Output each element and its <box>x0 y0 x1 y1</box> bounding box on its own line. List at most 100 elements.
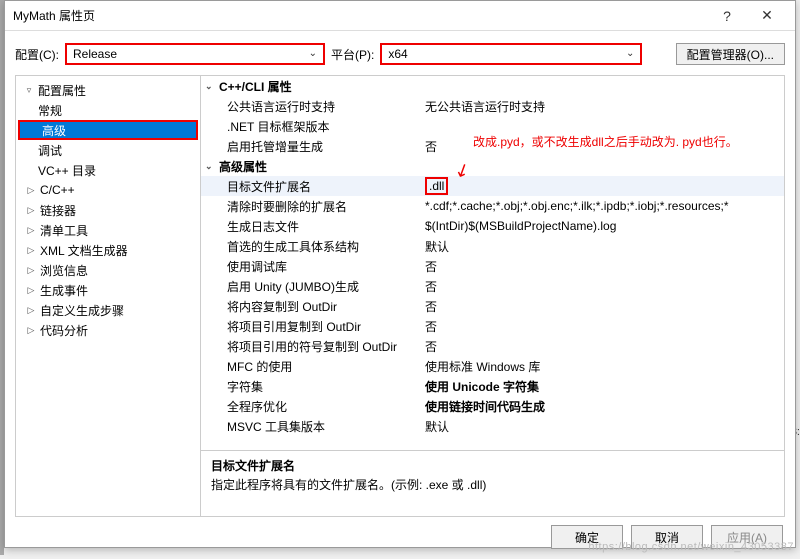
property-pages-dialog: MyMath 属性页 ? ✕ 配置(C): Release ⌄ 平台(P): x… <box>4 0 796 548</box>
tree-item-label: 配置属性 <box>38 82 86 99</box>
tree-item-label: C/C++ <box>40 183 75 197</box>
tree-item-label: 生成事件 <box>40 282 88 299</box>
group-label: 高级属性 <box>219 158 267 175</box>
property-value[interactable]: 使用 Unicode 字符集 <box>425 378 784 395</box>
property-row[interactable]: .NET 目标框架版本 <box>201 116 784 136</box>
property-row[interactable]: 生成日志文件$(IntDir)$(MSBuildProjectName).log <box>201 216 784 236</box>
close-button[interactable]: ✕ <box>747 1 787 31</box>
property-name: 生成日志文件 <box>201 218 425 235</box>
property-name: 字符集 <box>201 378 425 395</box>
tree-item[interactable]: ▷C/C++ <box>16 180 200 200</box>
property-name: 将项目引用的符号复制到 OutDir <box>201 338 425 355</box>
tree-item-label: 常规 <box>38 102 62 119</box>
help-button[interactable]: ? <box>707 1 747 31</box>
tree-item-label: VC++ 目录 <box>38 162 96 179</box>
property-row[interactable]: 全程序优化使用链接时间代码生成 <box>201 396 784 416</box>
property-row[interactable]: MFC 的使用使用标准 Windows 库 <box>201 356 784 376</box>
tree-arrow-icon: ▷ <box>22 185 40 196</box>
property-name: 使用调试库 <box>201 258 425 275</box>
property-value[interactable]: 否 <box>425 298 784 315</box>
property-name: 启用托管增量生成 <box>201 138 425 155</box>
property-row[interactable]: 启用 Unity (JUMBO)生成否 <box>201 276 784 296</box>
platform-value: x64 <box>388 47 407 61</box>
property-row[interactable]: 公共语言运行时支持无公共语言运行时支持 <box>201 96 784 116</box>
dialog-title: MyMath 属性页 <box>13 7 707 24</box>
property-value[interactable]: .dll <box>425 177 784 195</box>
chevron-down-icon: ⌄ <box>309 48 317 59</box>
tree-item[interactable]: 常规 <box>16 100 200 120</box>
tree-item[interactable]: ▷清单工具 <box>16 220 200 240</box>
tree-item[interactable]: ▷浏览信息 <box>16 260 200 280</box>
tree-item-label: 链接器 <box>40 202 76 219</box>
tree-item[interactable]: ▷自定义生成步骤 <box>16 300 200 320</box>
property-row[interactable]: 使用调试库否 <box>201 256 784 276</box>
main-panel: ⌄C++/CLI 属性 公共语言运行时支持无公共语言运行时支持.NET 目标框架… <box>201 76 784 516</box>
dll-highlight: .dll <box>425 177 448 195</box>
tree-arrow-icon: ▷ <box>22 285 40 296</box>
property-row[interactable]: 启用托管增量生成否 <box>201 136 784 156</box>
collapse-icon: ⌄ <box>205 161 219 172</box>
tree-item[interactable]: ▷XML 文档生成器 <box>16 240 200 260</box>
tree-item[interactable]: 高级 <box>18 120 198 140</box>
property-value[interactable]: 否 <box>425 318 784 335</box>
property-value[interactable]: 否 <box>425 258 784 275</box>
tree-arrow-icon: ▷ <box>22 325 40 336</box>
property-row[interactable]: 将内容复制到 OutDir否 <box>201 296 784 316</box>
config-combo[interactable]: Release ⌄ <box>65 43 325 65</box>
property-value[interactable]: 使用标准 Windows 库 <box>425 358 784 375</box>
config-label: 配置(C): <box>15 46 59 63</box>
property-name: MFC 的使用 <box>201 358 425 375</box>
property-name: 清除时要删除的扩展名 <box>201 198 425 215</box>
property-name: 将内容复制到 OutDir <box>201 298 425 315</box>
property-value[interactable]: 无公共语言运行时支持 <box>425 98 784 115</box>
property-row[interactable]: 首选的生成工具体系结构默认 <box>201 236 784 256</box>
tree-item-label: 自定义生成步骤 <box>40 302 124 319</box>
property-name: MSVC 工具集版本 <box>201 418 425 435</box>
group-header-advanced[interactable]: ⌄高级属性 <box>201 156 784 176</box>
tree-arrow-icon: ▷ <box>22 245 40 256</box>
property-row[interactable]: 目标文件扩展名.dll <box>201 176 784 196</box>
tree-item-label: 代码分析 <box>40 322 88 339</box>
property-name: 将项目引用复制到 OutDir <box>201 318 425 335</box>
platform-combo[interactable]: x64 ⌄ <box>380 43 642 65</box>
property-value[interactable]: 否 <box>425 338 784 355</box>
platform-label: 平台(P): <box>331 46 374 63</box>
tree-item-label: 调试 <box>38 142 62 159</box>
property-value[interactable]: 否 <box>425 278 784 295</box>
tree-item-label: 浏览信息 <box>40 262 88 279</box>
property-row[interactable]: 将项目引用复制到 OutDir否 <box>201 316 784 336</box>
group-header-cli[interactable]: ⌄C++/CLI 属性 <box>201 76 784 96</box>
property-row[interactable]: 将项目引用的符号复制到 OutDir否 <box>201 336 784 356</box>
property-row[interactable]: 字符集使用 Unicode 字符集 <box>201 376 784 396</box>
config-value: Release <box>73 47 117 61</box>
tree-item[interactable]: ▿配置属性 <box>16 80 200 100</box>
property-value[interactable]: *.cdf;*.cache;*.obj;*.obj.enc;*.ilk;*.ip… <box>425 199 784 213</box>
tree-arrow-icon: ▷ <box>22 265 40 276</box>
dialog-body: ▿配置属性常规高级调试VC++ 目录▷C/C++▷链接器▷清单工具▷XML 文档… <box>15 75 785 517</box>
tree-item[interactable]: ▷链接器 <box>16 200 200 220</box>
tree-item[interactable]: VC++ 目录 <box>16 160 200 180</box>
property-name: .NET 目标框架版本 <box>201 118 425 135</box>
collapse-icon: ⌄ <box>205 81 219 92</box>
property-value[interactable]: 默认 <box>425 238 784 255</box>
config-manager-button[interactable]: 配置管理器(O)... <box>676 43 785 65</box>
property-value[interactable]: 否 <box>425 138 784 155</box>
tree-arrow-icon: ▷ <box>22 305 40 316</box>
description-text: 指定此程序将具有的文件扩展名。(示例: .exe 或 .dll) <box>211 476 774 493</box>
property-grid[interactable]: ⌄C++/CLI 属性 公共语言运行时支持无公共语言运行时支持.NET 目标框架… <box>201 76 784 450</box>
tree-arrow-icon: ▷ <box>22 205 40 216</box>
property-value[interactable]: 默认 <box>425 418 784 435</box>
property-value[interactable]: 使用链接时间代码生成 <box>425 398 784 415</box>
nav-tree[interactable]: ▿配置属性常规高级调试VC++ 目录▷C/C++▷链接器▷清单工具▷XML 文档… <box>16 76 201 516</box>
tree-arrow-icon: ▿ <box>20 85 38 96</box>
description-box: 目标文件扩展名 指定此程序将具有的文件扩展名。(示例: .exe 或 .dll) <box>201 450 784 516</box>
tree-item[interactable]: ▷代码分析 <box>16 320 200 340</box>
property-row[interactable]: 清除时要删除的扩展名*.cdf;*.cache;*.obj;*.obj.enc;… <box>201 196 784 216</box>
property-value[interactable]: $(IntDir)$(MSBuildProjectName).log <box>425 219 784 233</box>
tree-item[interactable]: ▷生成事件 <box>16 280 200 300</box>
property-name: 公共语言运行时支持 <box>201 98 425 115</box>
property-name: 目标文件扩展名 <box>201 178 425 195</box>
property-row[interactable]: MSVC 工具集版本默认 <box>201 416 784 436</box>
tree-item[interactable]: 调试 <box>16 140 200 160</box>
tree-item-label: 清单工具 <box>40 222 88 239</box>
